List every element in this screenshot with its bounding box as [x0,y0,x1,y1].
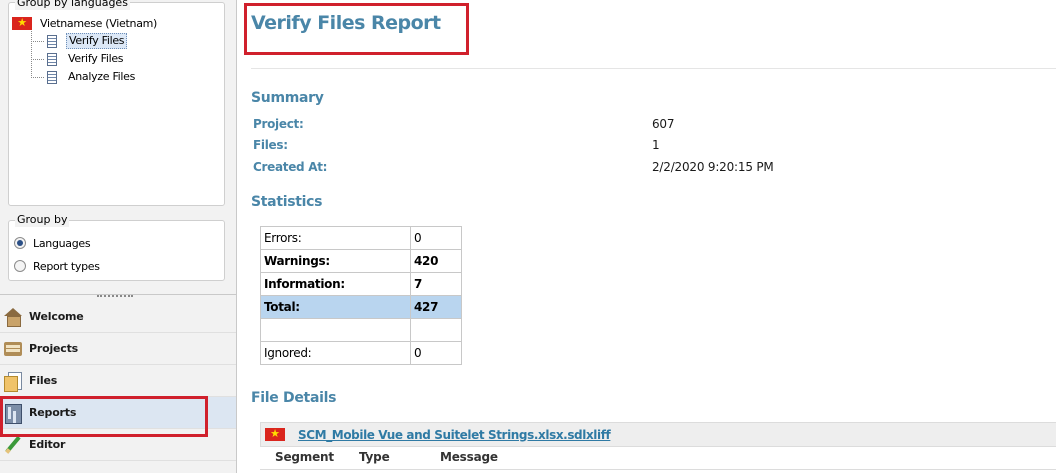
group-by-languages-legend: Group by languages [15,0,130,10]
stat-value-ignored: 0 [410,341,462,365]
nav-label: Welcome [29,310,84,323]
vietnam-flag-icon [12,15,32,31]
table-row: Ignored: 0 [260,341,462,365]
left-panel: Group by languages Vietnamese (Vietnam) … [0,0,237,473]
table-row: Information: 7 [260,272,462,296]
statistics-heading: Statistics [251,194,323,210]
tree-item-label: Analyze Files [68,70,136,83]
panel-splitter[interactable] [0,294,237,300]
column-header-segment[interactable]: Segment [275,450,334,464]
nav-files[interactable]: Files [0,365,236,397]
report-document-icon [47,34,57,48]
stat-label-total: Total: [260,295,411,319]
stat-label-errors: Errors: [260,226,411,250]
nav-projects[interactable]: Projects [0,333,236,365]
table-row: Total: 427 [260,295,462,319]
projects-icon [3,339,23,359]
group-by-box: Group by Languages Report types [8,213,225,281]
stat-value-information: 7 [410,272,462,296]
stat-label-empty [260,318,411,342]
report-view: Verify Files Report Summary Project: 607… [241,0,1056,473]
table-row: Warnings: 420 [260,249,462,273]
summary-label-files: Files: [253,138,288,152]
column-header-type[interactable]: Type [359,450,390,464]
statistics-table: Errors: 0 Warnings: 420 Information: 7 T… [260,226,462,365]
radio-label: Report types [33,259,100,273]
file-link[interactable]: SCM_Mobile Vue and Suitelet Strings.xlsx… [298,428,611,442]
summary-value-created: 2/2/2020 9:20:15 PM [652,160,774,174]
summary-label-project: Project: [253,117,304,131]
home-icon [3,307,23,327]
tree-item-analyze-files[interactable]: Analyze Files [31,69,137,85]
tree-item-label: Verify Files [68,52,124,65]
table-row: Errors: 0 [260,226,462,250]
stat-value-total: 427 [410,295,462,319]
file-details-heading: File Details [251,390,337,406]
summary-heading: Summary [251,90,324,106]
stat-value-errors: 0 [410,226,462,250]
stat-label-ignored: Ignored: [260,341,411,365]
column-header-message[interactable]: Message [440,450,498,464]
stat-value-empty [410,318,462,342]
vietnam-flag-icon [265,426,285,442]
highlight-box-title [244,3,469,55]
file-details-header: SCM_Mobile Vue and Suitelet Strings.xlsx… [260,422,1056,447]
nav-label: Editor [29,438,66,451]
radio-button-checked[interactable] [14,237,26,249]
files-icon [3,371,23,392]
radio-label: Languages [33,236,91,250]
radio-report-types[interactable]: Report types [14,258,100,274]
radio-button[interactable] [14,260,26,272]
tree-item-label: Verify Files [66,33,128,49]
splitter-grip-icon[interactable] [97,295,133,298]
summary-value-files: 1 [652,138,660,152]
tree-item-verify-files-1[interactable]: Verify Files [31,33,128,49]
report-document-icon [47,70,57,84]
divider [251,68,1056,69]
editor-icon [3,435,23,455]
tree-root-language[interactable]: Vietnamese (Vietnam) [12,15,157,31]
nav-label: Projects [29,342,79,355]
highlight-box-reports [0,396,208,437]
stat-value-warnings: 420 [410,249,462,273]
divider [260,469,1056,470]
stat-label-warnings: Warnings: [260,249,411,273]
radio-languages[interactable]: Languages [14,235,91,251]
nav-welcome[interactable]: Welcome [0,301,236,333]
stat-label-information: Information: [260,272,411,296]
group-by-languages-box: Group by languages Vietnamese (Vietnam) … [8,0,225,206]
group-by-legend: Group by [15,213,70,227]
tree-item-verify-files-2[interactable]: Verify Files [31,51,125,67]
summary-value-project: 607 [652,117,675,131]
nav-label: Files [29,374,58,387]
summary-label-created: Created At: [253,160,328,174]
table-row [260,318,462,342]
report-document-icon [47,52,57,66]
tree-root-label: Vietnamese (Vietnam) [40,16,158,30]
